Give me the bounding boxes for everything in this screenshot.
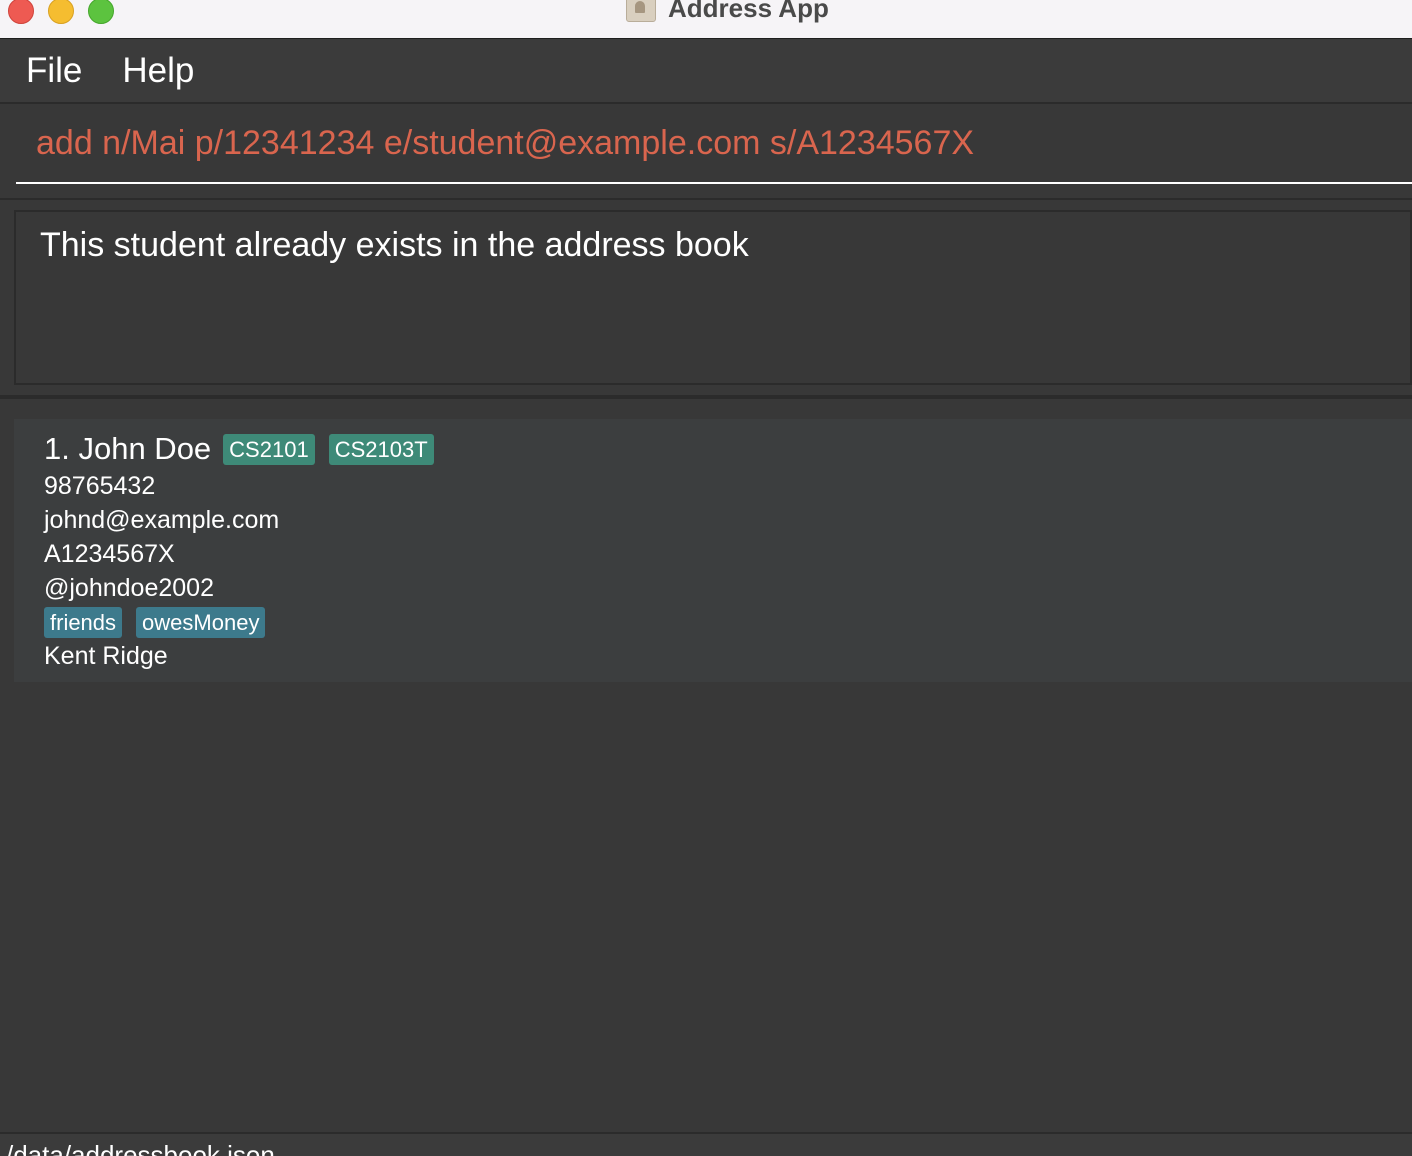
menu-file[interactable]: File <box>6 51 102 91</box>
menu-help[interactable]: Help <box>102 51 214 91</box>
window-title: Address App <box>668 0 829 23</box>
course-tag: CS2103T <box>328 433 434 465</box>
person-card-content: 1. John Doe CS2101 CS2103T 98765432 john… <box>44 429 448 673</box>
person-address: Kent Ridge <box>44 642 168 670</box>
status-bar: /data/addressbook.json <box>0 1132 1412 1156</box>
person-telegram: @johndoe2002 <box>44 574 214 602</box>
result-message: This student already exists in the addre… <box>40 226 749 264</box>
person-name: 1. John Doe <box>44 431 212 466</box>
person-tags: friends owesMoney <box>44 605 448 639</box>
tag-label: owesMoney <box>136 606 266 638</box>
minimize-window-button[interactable] <box>48 0 74 24</box>
tag-label: friends <box>44 606 123 638</box>
result-display: This student already exists in the addre… <box>14 210 1412 385</box>
menu-bar: File Help <box>0 39 1412 104</box>
command-input[interactable] <box>16 104 1412 184</box>
maximize-window-button[interactable] <box>88 0 114 24</box>
address-book-icon <box>626 0 656 22</box>
person-student-id: A1234567X <box>44 540 175 568</box>
person-card[interactable]: 1. John Doe CS2101 CS2103T 98765432 john… <box>14 419 1412 682</box>
person-email: johnd@example.com <box>44 506 280 534</box>
window-titlebar: Address App <box>0 0 1412 39</box>
close-window-button[interactable] <box>8 0 34 24</box>
person-list[interactable]: 1. John Doe CS2101 CS2103T 98765432 john… <box>0 399 1412 1132</box>
person-phone: 98765432 <box>44 472 156 500</box>
person-name-row: 1. John Doe CS2101 CS2103T <box>44 429 448 469</box>
window-title-group: Address App <box>626 0 829 24</box>
course-tag: CS2101 <box>223 433 315 465</box>
command-box <box>0 104 1412 200</box>
